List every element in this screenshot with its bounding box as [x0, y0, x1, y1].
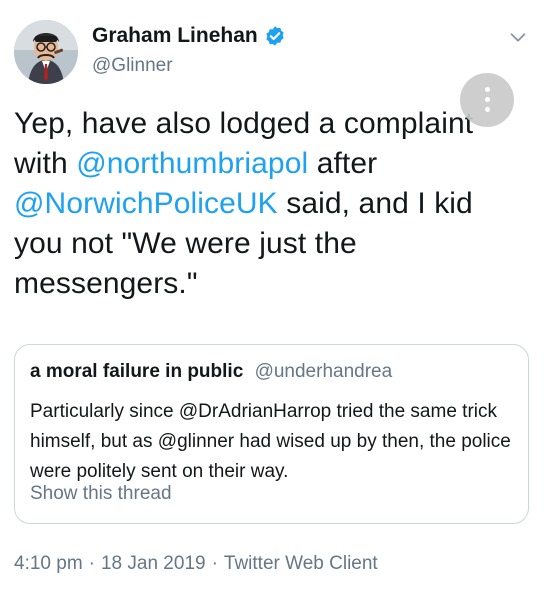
mention-link[interactable]: @northumbriapol	[76, 147, 308, 180]
meta-separator: ·	[88, 553, 95, 574]
quoted-tweet[interactable]: a moral failure in public @underhandrea …	[14, 344, 529, 524]
chevron-down-icon[interactable]	[507, 26, 529, 48]
tweet-client[interactable]: Twitter Web Client	[224, 553, 378, 574]
tweet-header: Graham Linehan @Glinner	[0, 0, 544, 96]
verified-badge-icon	[266, 26, 284, 46]
author-name[interactable]: Graham Linehan	[92, 24, 258, 48]
show-thread-link[interactable]: Show this thread	[30, 483, 172, 505]
author-name-row[interactable]: Graham Linehan	[92, 24, 286, 48]
meta-separator: ·	[211, 553, 218, 574]
tweet-text: Yep, have also lodged a complaint with @…	[14, 104, 529, 304]
tweet-time[interactable]: 4:10 pm	[14, 553, 83, 574]
mention-link[interactable]: @NorwichPoliceUK	[14, 187, 278, 220]
quoted-author: a moral failure in public @underhandrea	[30, 361, 392, 383]
quoted-text: Particularly since @DrAdrianHarrop tried…	[30, 401, 511, 482]
tweet-text-segment: after	[308, 147, 378, 180]
tweet-date[interactable]: 18 Jan 2019	[101, 553, 206, 574]
author-handle[interactable]: @Glinner	[92, 55, 173, 77]
quoted-author-handle: @underhandrea	[254, 361, 393, 382]
more-options-icon[interactable]	[460, 73, 514, 127]
quoted-author-name: a moral failure in public	[30, 361, 244, 382]
tweet-meta: 4:10 pm · 18 Jan 2019 · Twitter Web Client	[14, 553, 378, 575]
avatar[interactable]	[14, 20, 78, 84]
